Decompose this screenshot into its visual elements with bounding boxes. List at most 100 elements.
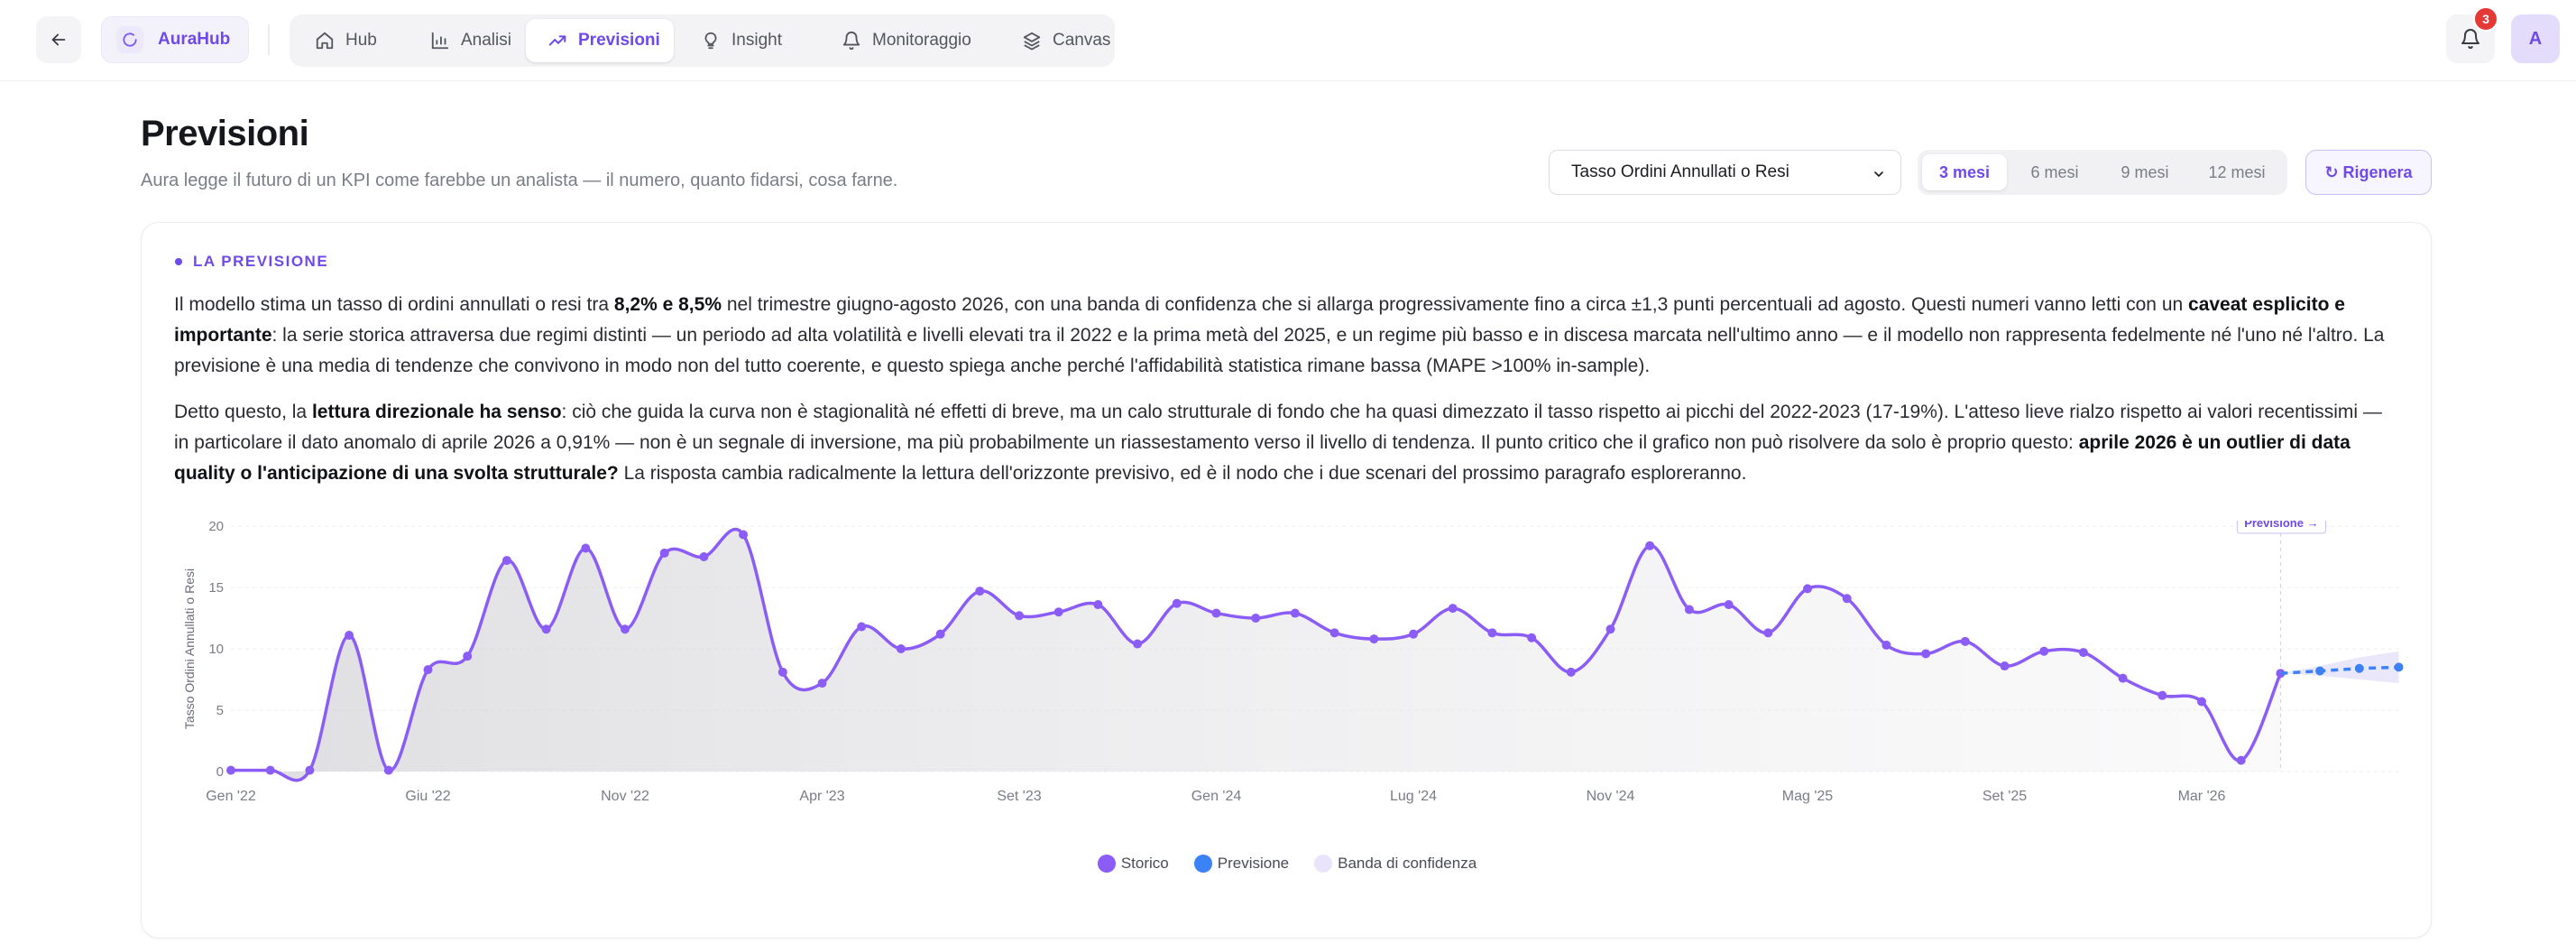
historical-point [1369,634,1379,644]
y-tick-label: 15 [208,580,224,596]
confidence-band [2280,651,2399,684]
text-run: : la serie storica attraversa due regimi… [174,325,2385,376]
y-tick-label: 20 [208,521,224,534]
horizon-option-3[interactable]: 3 mesi [1922,154,2007,190]
historical-point [1921,649,1931,659]
historical-point [2000,661,2010,671]
x-tick-label: Nov '24 [1587,789,1635,804]
nav-item-label: Hub [345,31,377,50]
historical-point [501,556,511,566]
historical-point [1093,600,1103,610]
historical-point [1448,604,1458,614]
x-tick-label: Gen '24 [1191,789,1242,804]
regenerate-button[interactable]: ↻ Rigenera [2305,150,2432,195]
text-emphasis: 8,2% e 8,5% [613,294,722,315]
historical-point [541,624,551,634]
kpi-select-value: Tasso Ordini Annullati o Resi [1571,162,1789,181]
historical-point [2039,646,2049,656]
forecast-point [2394,662,2404,672]
historical-point [1842,594,1852,604]
bullet-dot [175,258,182,265]
nav-item-monitoraggio[interactable]: Monitoraggio [820,19,997,62]
text-emphasis: lettura direzionale ha senso [311,402,562,422]
forecast-point [2354,663,2364,673]
historical-point [1053,607,1063,617]
brand-button[interactable]: AuraHub [101,16,249,63]
historical-point [1605,624,1615,634]
historical-point [1566,667,1576,677]
text-run: La risposta cambia radicalmente la lettu… [618,463,1747,484]
page-subtitle: Aura legge il futuro di un KPI come fare… [141,171,898,190]
nav-item-canvas[interactable]: Canvas [1000,19,1112,62]
historical-point [1133,639,1143,649]
y-axis-label: Tasso Ordini Annullati o Resi [182,568,197,729]
historical-point [265,765,275,775]
y-tick-label: 5 [216,703,224,718]
historical-point [975,587,985,596]
brand-logo-icon [116,26,143,53]
horizon-option-6[interactable]: 6 mesi [2011,154,2098,190]
section-label-text: LA PREVISIONE [193,253,329,270]
historical-point [1251,614,1261,623]
nav-item-label: Monitoraggio [872,31,971,50]
historical-point [1527,633,1537,642]
forecast-paragraph-2: Detto questo, la lettura direzionale ha … [174,397,2402,489]
bell-icon [2461,29,2479,50]
kpi-select[interactable]: Tasso Ordini Annullati o Resi [1549,150,1901,195]
x-tick-label: Mar '26 [2178,789,2226,804]
notification-count-badge: 3 [2473,6,2498,32]
top-bar: AuraHub Hub Analisi Previsioni Insight M… [0,0,2576,81]
brand-name: AuraHub [158,30,231,49]
lightbulb-icon [704,32,717,50]
page-title: Previsioni [141,114,309,153]
historical-point [1881,640,1891,650]
historical-point [817,679,827,689]
forecast-paragraph-1: Il modello stima un tasso di ordini annu… [174,290,2402,382]
nav-item-insight[interactable]: Insight [679,19,814,62]
nav-item-label: Insight [731,31,782,50]
historical-point [777,667,787,677]
legend-swatch [1097,855,1116,873]
historical-point [896,644,906,653]
nav-item-previsioni[interactable]: Previsioni [526,19,674,62]
nav-item-hub[interactable]: Hub [293,19,405,62]
y-tick-label: 10 [208,642,224,657]
arrow-left-icon [51,33,66,46]
x-tick-label: Set '23 [997,789,1041,804]
historical-point [2157,690,2167,700]
horizon-option-12[interactable]: 12 mesi [2192,154,2282,190]
bar-chart-icon [431,32,449,50]
legend-item-banda[interactable]: Banda di confidenza [1314,855,1477,873]
legend-item-storico[interactable]: Storico [1097,855,1169,873]
text-run: Detto questo, la [174,402,312,422]
historical-point [1960,636,1970,646]
back-button[interactable] [36,16,81,63]
legend-label: Previsione [1217,855,1290,872]
historical-point [1803,584,1812,594]
historical-point [1763,628,1773,638]
forecast-card: LA PREVISIONE Il modello stima un tasso … [141,222,2432,938]
x-tick-label: Mag '25 [1782,789,1834,804]
x-tick-label: Lug '24 [1390,789,1437,804]
historical-point [1211,608,1221,618]
legend-label: Storico [1120,855,1169,872]
historical-point [659,548,669,558]
historical-point [1487,628,1497,638]
avatar[interactable]: A [2511,14,2560,63]
nav-item-analisi[interactable]: Analisi [409,19,535,62]
legend-swatch [1314,855,1333,873]
main-nav: Hub Analisi Previsioni Insight Monitorag… [290,14,1115,67]
historical-point [345,631,354,641]
nav-item-label: Previsioni [578,31,660,50]
legend-item-previsione[interactable]: Previsione [1193,855,1290,873]
historical-point [226,765,235,775]
historical-point [423,665,433,675]
historical-point [2197,697,2206,707]
divider [268,24,270,55]
legend-swatch [1193,855,1212,873]
historical-point [581,543,591,553]
layers-icon [1023,32,1041,51]
horizon-option-9[interactable]: 9 mesi [2102,154,2188,190]
x-tick-label: Nov '22 [601,789,649,804]
historical-point [739,530,749,540]
